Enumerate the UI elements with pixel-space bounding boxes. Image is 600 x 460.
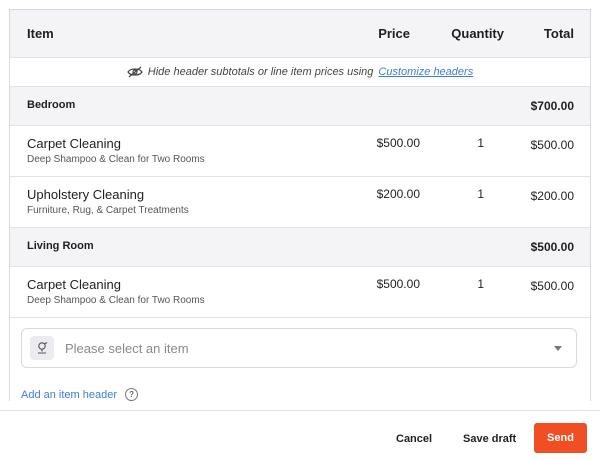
header-total: Total [543,26,574,41]
item-select[interactable]: Please select an item [21,328,577,368]
item-quantity[interactable]: 1 [477,277,484,291]
item-total: $500.00 [530,279,574,293]
item-price[interactable]: $500.00 [377,136,420,150]
customize-headers-link[interactable]: Customize headers [378,66,473,78]
table-row[interactable]: Upholstery Cleaning Furniture, Rug, & Ca… [10,177,590,228]
item-name: Carpet Cleaning [27,277,121,292]
add-item-header-link[interactable]: Add an item header [21,389,117,401]
cancel-button[interactable]: Cancel [396,433,432,445]
send-button[interactable]: Send [534,423,587,453]
section-header-living-room[interactable]: Living Room $500.00 [10,228,590,267]
item-price[interactable]: $500.00 [377,277,420,291]
line-items-card: Item Price Quantity Total Hide header su… [9,9,591,401]
item-price[interactable]: $200.00 [377,187,420,201]
footer-actions: Cancel Save draft Send [0,410,600,460]
item-name: Upholstery Cleaning [27,187,145,202]
table-header-row: Item Price Quantity Total [10,10,590,58]
item-select-placeholder: Please select an item [65,341,189,356]
item-description: Deep Shampoo & Clean for Two Rooms [27,295,205,306]
item-description: Deep Shampoo & Clean for Two Rooms [27,154,205,165]
save-draft-button[interactable]: Save draft [463,433,516,445]
section-total: $700.00 [530,99,574,113]
hint-text: Hide header subtotals or line item price… [147,66,374,78]
eye-off-icon [127,66,143,78]
section-total: $500.00 [530,240,574,254]
customize-hint: Hide header subtotals or line item price… [10,58,590,87]
item-name: Carpet Cleaning [27,136,121,151]
item-quantity[interactable]: 1 [477,136,484,150]
item-catalog-icon [30,336,54,360]
chevron-down-icon[interactable] [554,346,562,351]
item-total: $500.00 [530,138,574,152]
section-name: Bedroom [27,99,76,111]
item-description: Furniture, Rug, & Carpet Treatments [27,205,189,216]
table-row[interactable]: Carpet Cleaning Deep Shampoo & Clean for… [10,267,590,318]
section-name: Living Room [27,240,94,252]
header-quantity: Quantity [451,26,504,41]
add-item-header: Add an item header ? [21,388,139,401]
help-icon[interactable]: ? [125,388,139,401]
item-total: $200.00 [530,189,574,203]
section-header-bedroom[interactable]: Bedroom $700.00 [10,87,590,126]
table-row[interactable]: Carpet Cleaning Deep Shampoo & Clean for… [10,126,590,177]
item-quantity[interactable]: 1 [477,187,484,201]
header-price: Price [378,26,410,41]
header-item: Item [27,26,54,41]
